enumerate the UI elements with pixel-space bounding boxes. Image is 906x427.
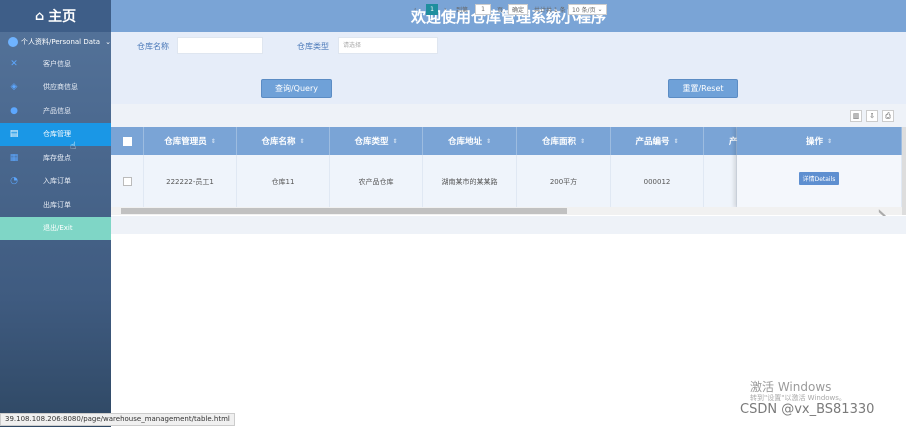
select-all-cell bbox=[111, 127, 144, 155]
col-type-label: 仓库类型 bbox=[354, 137, 389, 147]
export-icon[interactable]: ⇩ bbox=[866, 110, 878, 122]
brand-home[interactable]: ⌂ 主页 bbox=[0, 0, 111, 32]
warehouse-table: 仓库管理员 ⇕ 仓库名称 ⇕ 仓库类型 ⇕ 仓库地址 ⇕ 仓库面积 ⇕ 产品编号 ⇕ 产 操… bbox=[111, 127, 902, 208]
user-label: 个人资料/Personal Data bbox=[21, 38, 101, 46]
goto-page-input[interactable]: 1 bbox=[475, 4, 491, 15]
sidebar-item-outbound[interactable]: 出库订单 bbox=[0, 193, 111, 217]
goto-label: 到第 bbox=[456, 7, 469, 14]
cell-area: 200平方 bbox=[517, 155, 611, 208]
col-manager[interactable]: 仓库管理员 ⇕ bbox=[144, 127, 237, 155]
fixed-column-shadow bbox=[737, 127, 902, 208]
col-product-no[interactable]: 产品编号 ⇕ bbox=[611, 127, 704, 155]
select-all-checkbox[interactable] bbox=[122, 136, 132, 146]
cell-address: 湖南某市的某某路 bbox=[423, 155, 517, 208]
sort-icon: ⇕ bbox=[485, 137, 492, 145]
page-size-select[interactable]: 10 条/页 ⌄ bbox=[568, 4, 607, 15]
warehouse-icon: ▤ bbox=[9, 129, 19, 140]
brand-title: 主页 bbox=[48, 9, 77, 25]
filter-columns-icon[interactable]: ▥ bbox=[850, 110, 862, 122]
app-page: ⌂ 主页 个人资料/Personal Data ⌄ ✕ 客户信息 ◈ 供应商信息… bbox=[0, 0, 906, 427]
cart-icon: ◔ bbox=[10, 176, 18, 187]
cell-name: 仓库11 bbox=[237, 155, 330, 208]
horizontal-scrollbar-thumb[interactable] bbox=[121, 208, 567, 214]
col-address[interactable]: 仓库地址 ⇕ bbox=[423, 127, 517, 155]
sidebar-item-warehouse[interactable]: ▤ 仓库管理 bbox=[0, 122, 111, 146]
sidebar-item-suppliers[interactable]: ◈ 供应商信息 bbox=[0, 76, 111, 100]
col-area-label: 仓库面积 bbox=[541, 137, 576, 147]
horizontal-scrollbar[interactable] bbox=[111, 207, 902, 215]
col-name-label: 仓库名称 bbox=[261, 137, 296, 147]
col-type[interactable]: 仓库类型 ⇕ bbox=[330, 127, 423, 155]
home-icon: ⌂ bbox=[34, 8, 45, 24]
sort-icon: ⇕ bbox=[392, 137, 398, 145]
cell-manager: 222222-员工1 bbox=[144, 155, 237, 208]
next-page-icon[interactable]: › bbox=[444, 4, 446, 15]
row-select-cell bbox=[111, 155, 144, 208]
reset-button[interactable]: 重置/Reset bbox=[668, 79, 738, 98]
sidebar: ⌂ 主页 个人资料/Personal Data ⌄ ✕ 客户信息 ◈ 供应商信息… bbox=[0, 0, 111, 427]
tools-icon: ✕ bbox=[10, 58, 18, 69]
sidebar-item-customers[interactable]: ✕ 客户信息 bbox=[0, 52, 111, 76]
box-icon: ◈ bbox=[10, 82, 18, 93]
col-product-partial[interactable]: 产 bbox=[704, 127, 738, 155]
cell-product-no: 000012 bbox=[611, 155, 704, 208]
csdn-watermark: CSDN @vx_BS81330 bbox=[740, 402, 875, 417]
warehouse-type-label: 仓库类型 bbox=[297, 42, 329, 51]
page-size-value: 10 条/页 bbox=[572, 7, 596, 14]
cell-product-partial bbox=[704, 155, 737, 208]
prev-page-icon[interactable]: ‹ bbox=[414, 4, 416, 15]
sidebar-item-exit[interactable]: 退出/Exit bbox=[0, 216, 111, 240]
pointer-cursor-icon: ☝ bbox=[70, 141, 77, 152]
col-product-no-label: 产品编号 bbox=[635, 137, 670, 147]
col-address-label: 仓库地址 bbox=[447, 137, 482, 147]
sort-icon: ⇕ bbox=[299, 137, 305, 145]
query-button[interactable]: 查询/Query bbox=[261, 79, 332, 98]
vertical-scrollbar[interactable] bbox=[902, 127, 906, 215]
cell-type: 农产品仓库 bbox=[330, 155, 423, 208]
stock-icon: ▦ bbox=[9, 152, 19, 163]
col-manager-label: 仓库管理员 bbox=[164, 137, 207, 147]
table-toolbar bbox=[111, 104, 906, 128]
sort-icon: ⇕ bbox=[673, 137, 679, 145]
pagination bbox=[111, 216, 906, 234]
sidebar-item-inbound[interactable]: ◔ 入库订单 bbox=[0, 170, 111, 194]
sidebar-item-products[interactable]: ● 产品信息 bbox=[0, 99, 111, 123]
row-checkbox[interactable] bbox=[122, 177, 132, 186]
status-bar-url: 39.108.108.206:8080/page/warehouse_manag… bbox=[0, 413, 235, 426]
warehouse-name-input[interactable] bbox=[177, 37, 263, 54]
user-menu[interactable]: 个人资料/Personal Data ⌄ bbox=[0, 32, 111, 52]
sort-icon: ⇕ bbox=[579, 137, 586, 145]
sort-icon: ⇕ bbox=[210, 137, 216, 145]
print-icon[interactable]: ⎙ bbox=[882, 110, 894, 122]
warehouse-name-label: 仓库名称 bbox=[137, 42, 169, 51]
user-icon: ● bbox=[10, 105, 18, 116]
col-area[interactable]: 仓库面积 ⇕ bbox=[517, 127, 611, 155]
user-avatar-icon bbox=[8, 37, 18, 47]
sidebar-item-stock[interactable]: ▦ 库存盘点 bbox=[0, 146, 111, 170]
total-count: 共计共 1 条 bbox=[534, 7, 566, 14]
page-unit-label: 页 bbox=[497, 7, 504, 14]
current-page[interactable]: 1 bbox=[426, 4, 438, 15]
goto-confirm-button[interactable]: 确定 bbox=[508, 4, 529, 15]
warehouse-type-select[interactable]: 请选择 bbox=[338, 37, 438, 54]
col-name[interactable]: 仓库名称 ⇕ bbox=[237, 127, 330, 155]
